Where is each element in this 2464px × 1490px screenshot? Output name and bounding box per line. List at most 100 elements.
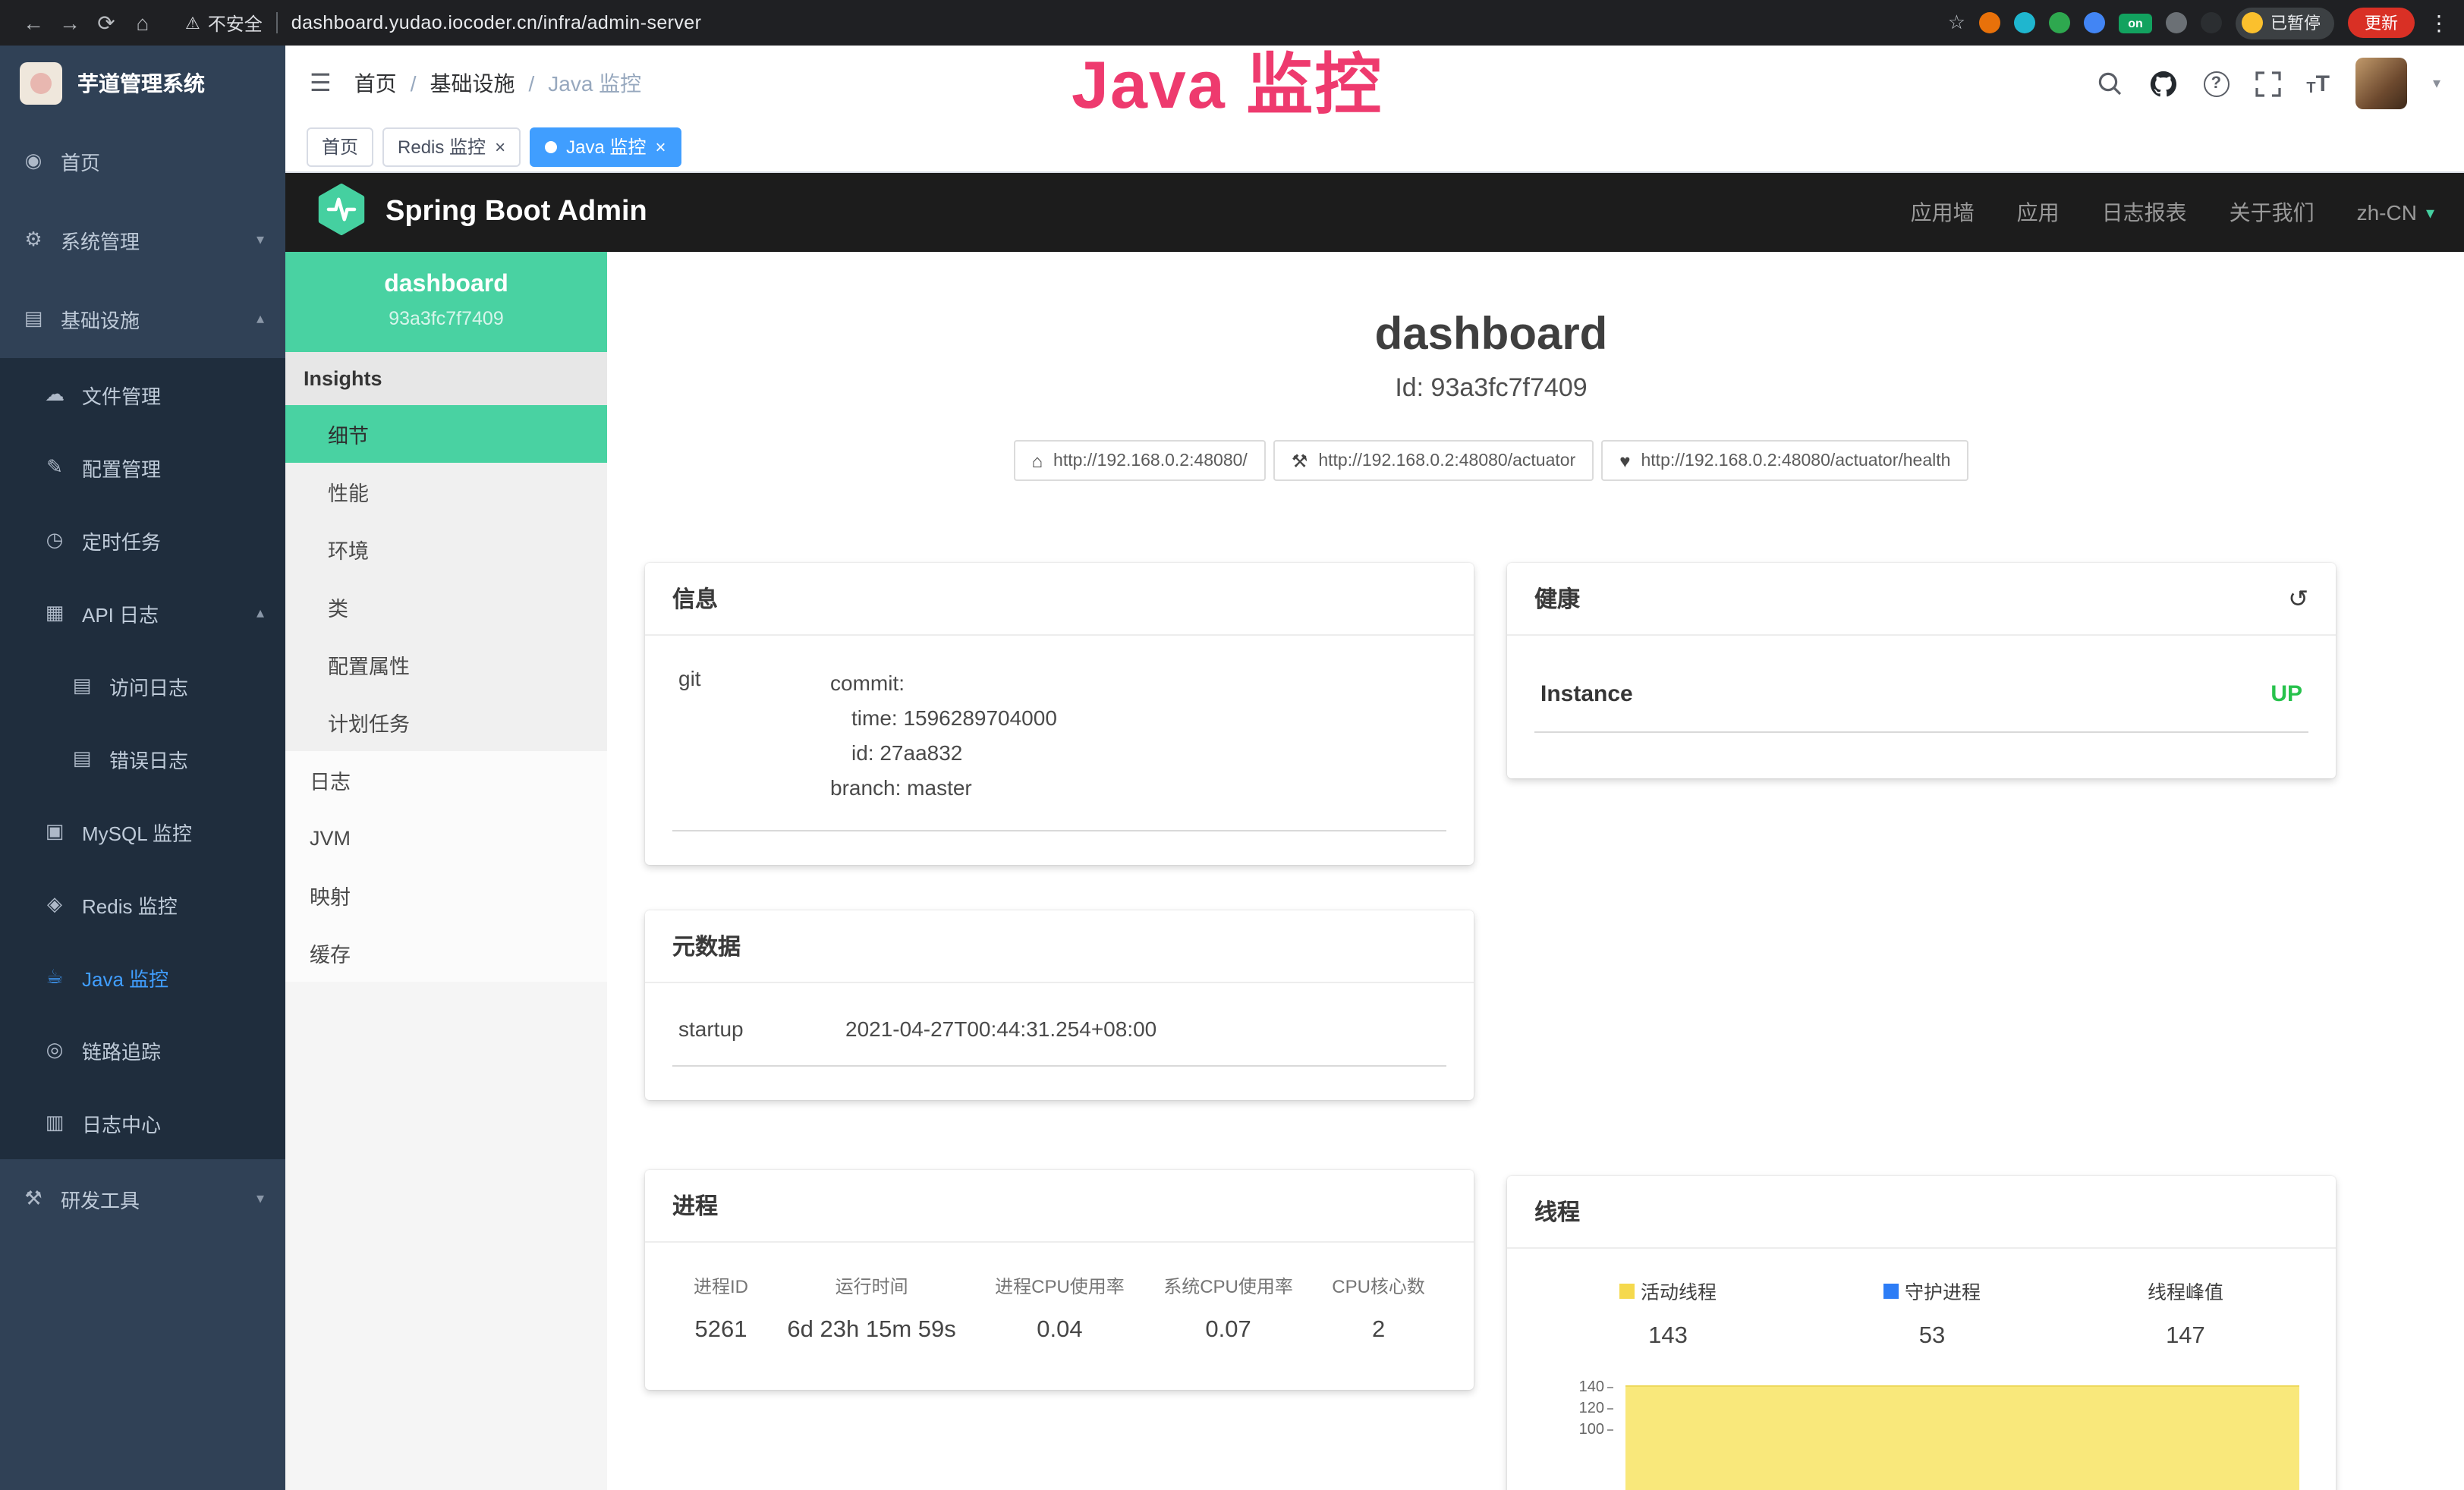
sba-instance-block[interactable]: dashboard 93a3fc7f7409 xyxy=(285,252,607,352)
github-icon[interactable] xyxy=(2148,69,2177,98)
sba-nav-wallboard[interactable]: 应用墙 xyxy=(1911,197,1975,228)
sba-item-metrics[interactable]: 性能 xyxy=(285,463,607,520)
page-title: dashboard xyxy=(645,310,2337,361)
threads-chart-area xyxy=(1625,1385,2299,1490)
sidebar-item-error-log[interactable]: ▤ 错误日志 xyxy=(0,722,285,795)
sidebar-item-redis-monitor[interactable]: ◈ Redis 监控 xyxy=(0,868,285,941)
breadcrumb-section[interactable]: 基础设施 xyxy=(430,68,515,99)
sba-item-caches[interactable]: 缓存 xyxy=(285,924,607,982)
breadcrumb-home[interactable]: 首页 xyxy=(354,68,397,99)
cloud-file-icon: ☁ xyxy=(42,382,67,407)
avatar-caret-icon[interactable]: ▾ xyxy=(2433,75,2440,92)
infra-submenu: ☁ 文件管理 ✎ 配置管理 ◷ 定时任务 ▦ API 日志 ▴ ▤ xyxy=(0,358,285,1159)
sba-item-mappings[interactable]: 映射 xyxy=(285,866,607,924)
hamburger-icon[interactable]: ☰ xyxy=(310,68,332,99)
chrome-toolbar-right: ☆ on 已暂停 更新 ⋮ xyxy=(1948,7,2450,39)
tab-home[interactable]: 首页 xyxy=(307,127,373,166)
bookmark-star-icon[interactable]: ☆ xyxy=(1948,11,1965,35)
sba-item-jvm[interactable]: JVM xyxy=(285,809,607,866)
sidebar-item-trace[interactable]: ◎ 链路追踪 xyxy=(0,1014,285,1086)
sidebar-item-log-center[interactable]: ▥ 日志中心 xyxy=(0,1086,285,1159)
extension-icon[interactable] xyxy=(2014,12,2035,33)
security-label[interactable]: 不安全 xyxy=(208,10,263,36)
search-icon[interactable] xyxy=(2095,70,2123,97)
close-icon[interactable]: × xyxy=(495,137,505,156)
sidebar-item-home[interactable]: ◉ 首页 xyxy=(0,121,285,200)
chevron-down-icon: ▾ xyxy=(2426,203,2434,222)
back-icon[interactable]: ← xyxy=(15,11,52,35)
legend-daemon-threads: 守护进程 53 xyxy=(1883,1276,1981,1350)
paused-label: 已暂停 xyxy=(2270,11,2321,35)
sba-nav-journal[interactable]: 日志报表 xyxy=(2102,197,2187,228)
sba-instance-id: 93a3fc7f7409 xyxy=(301,308,592,329)
forward-icon[interactable]: → xyxy=(52,11,88,35)
sidebar-item-file-manage[interactable]: ☁ 文件管理 xyxy=(0,358,285,431)
home-icon[interactable]: ⌂ xyxy=(124,11,161,35)
legend-peak-threads: 线程峰值 147 xyxy=(2148,1276,2223,1350)
sidebar-item-system[interactable]: ⚙ 系统管理 ▾ xyxy=(0,200,285,279)
home-icon: ⌂ xyxy=(1032,450,1043,471)
sba-item-logs[interactable]: 日志 xyxy=(285,751,607,809)
log-icon: ▦ xyxy=(42,601,67,625)
app-sidebar: 芋道管理系统 ◉ 首页 ⚙ 系统管理 ▾ ▤ 基础设施 ▴ ☁ 文件管理 xyxy=(0,46,285,1490)
user-avatar[interactable] xyxy=(2355,58,2407,109)
sba-locale-select[interactable]: zh-CN ▾ xyxy=(2357,200,2434,225)
metadata-value: 2021-04-27T00:44:31.254+08:00 xyxy=(845,1017,1440,1041)
extension-icon[interactable] xyxy=(2084,12,2105,33)
chrome-update-button[interactable]: 更新 xyxy=(2348,8,2415,38)
instance-link-health[interactable]: ♥ http://192.168.0.2:48080/actuator/heal… xyxy=(1601,440,1968,481)
fullscreen-icon[interactable] xyxy=(2255,71,2280,96)
sidebar-item-devtools[interactable]: ⚒ 研发工具 ▾ xyxy=(0,1159,285,1238)
wrench-icon: ⚒ xyxy=(1292,450,1308,471)
sidebar-item-access-log[interactable]: ▤ 访问日志 xyxy=(0,649,285,722)
sba-item-details[interactable]: 细节 xyxy=(285,405,607,463)
extension-on-badge[interactable]: on xyxy=(2119,13,2152,33)
close-icon[interactable]: × xyxy=(655,137,666,156)
extension-icon[interactable] xyxy=(2049,12,2070,33)
help-icon[interactable]: ? xyxy=(2203,71,2229,96)
extension-icon[interactable] xyxy=(1979,12,2000,33)
sba-item-config-props[interactable]: 配置属性 xyxy=(285,636,607,693)
health-instance-label: Instance xyxy=(1540,681,1633,707)
address-bar[interactable]: ⚠ 不安全 dashboard.yudao.iocoder.cn/infra/a… xyxy=(185,10,701,36)
tab-java-monitor[interactable]: Java 监控 × xyxy=(530,127,681,166)
sba-nav-about[interactable]: 关于我们 xyxy=(2230,197,2315,228)
info-value: commit: time: 1596289704000 id: 27aa832 … xyxy=(830,666,1057,806)
health-icon: ♥ xyxy=(1619,450,1630,471)
sba-brand-title[interactable]: Spring Boot Admin xyxy=(385,196,647,229)
sidebar-item-java-monitor[interactable]: ☕ Java 监控 xyxy=(0,941,285,1014)
sba-item-scheduled-tasks[interactable]: 计划任务 xyxy=(285,693,607,751)
url-text[interactable]: dashboard.yudao.iocoder.cn/infra/admin-s… xyxy=(291,12,702,33)
dashboard-icon: ◉ xyxy=(21,149,46,173)
app-title: 芋道管理系统 xyxy=(77,68,205,99)
screenshot-root: ← → ⟳ ⌂ ⚠ 不安全 dashboard.yudao.iocoder.cn… xyxy=(0,0,2464,1490)
threads-chart-yaxis: 140 120 100 xyxy=(1562,1378,1613,1441)
sba-nav: 应用墙 应用 日志报表 关于我们 zh-CN ▾ xyxy=(1911,197,2434,228)
sidebar-item-infra[interactable]: ▤ 基础设施 ▴ xyxy=(0,279,285,358)
page-subtitle: Id: 93a3fc7f7409 xyxy=(645,373,2337,404)
font-size-icon[interactable]: TT xyxy=(2306,71,2330,96)
sba-item-environment[interactable]: 环境 xyxy=(285,520,607,578)
extension-icon[interactable] xyxy=(2166,12,2187,33)
extension-icon[interactable] xyxy=(2201,12,2222,33)
reload-icon[interactable]: ⟳ xyxy=(88,10,124,36)
instance-link-actuator[interactable]: ⚒ http://192.168.0.2:48080/actuator xyxy=(1273,440,1594,481)
sidebar-item-api-log[interactable]: ▦ API 日志 ▴ xyxy=(0,577,285,649)
java-icon: ☕ xyxy=(42,965,67,989)
redis-icon: ◈ xyxy=(42,892,67,916)
sidebar-item-mysql-monitor[interactable]: ▣ MySQL 监控 xyxy=(0,795,285,868)
sidebar-item-cron-task[interactable]: ◷ 定时任务 xyxy=(0,504,285,577)
instance-link-home[interactable]: ⌂ http://192.168.0.2:48080/ xyxy=(1014,440,1266,481)
profile-paused-badge[interactable]: 已暂停 xyxy=(2236,7,2334,39)
metadata-card: 元数据 startup 2021-04-27T00:44:31.254+08:0… xyxy=(645,910,1474,1100)
breadcrumb-separator: / xyxy=(411,71,417,96)
sidebar-item-config-manage[interactable]: ✎ 配置管理 xyxy=(0,431,285,504)
sba-nav-applications[interactable]: 应用 xyxy=(2017,197,2060,228)
app-logo-row[interactable]: 芋道管理系统 xyxy=(0,46,285,121)
tab-redis-monitor[interactable]: Redis 监控 × xyxy=(382,127,521,166)
chrome-menu-icon[interactable]: ⋮ xyxy=(2428,10,2450,36)
history-icon[interactable]: ↺ xyxy=(2288,583,2308,614)
process-card-title: 进程 xyxy=(645,1170,1474,1243)
tabs-bar: 首页 Redis 监控 × Java 监控 × xyxy=(285,121,2464,173)
sba-item-classes[interactable]: 类 xyxy=(285,578,607,636)
